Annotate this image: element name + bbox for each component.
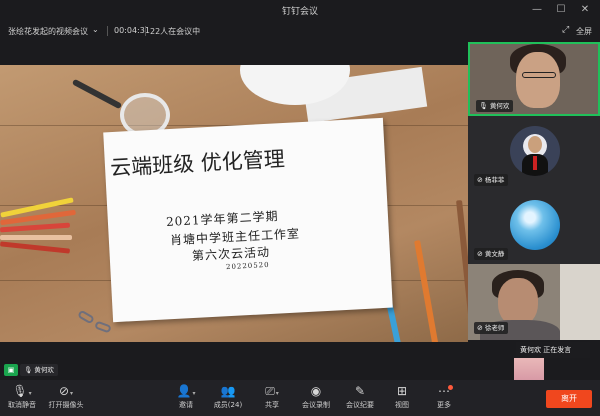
minutes-button[interactable]: ✎ 会议纪要 xyxy=(340,383,380,415)
minutes-icon: ✎ xyxy=(354,384,366,398)
avatar xyxy=(533,156,537,170)
avatar xyxy=(510,200,560,250)
speaking-status: 正在发言 xyxy=(543,346,572,354)
pencil-image xyxy=(0,241,71,254)
mic-muted-icon: ⊘ xyxy=(477,176,483,184)
divider xyxy=(145,26,146,36)
meeting-toolbar: 🎙▾ 取消静音 ⊘▾ 打开摄像头 👤▾ 邀请 👥 成员(24) ⎚▾ 共享 ◉ … xyxy=(0,380,600,416)
fullscreen-icon[interactable]: ⤢ xyxy=(562,25,569,35)
view-label: 视图 xyxy=(395,401,409,409)
view-button[interactable]: ⊞ 视图 xyxy=(382,383,422,415)
invite-button[interactable]: 👤▾ 邀请 xyxy=(166,383,206,415)
record-icon: ◉ xyxy=(310,384,322,398)
record-button[interactable]: ◉ 会议录制 xyxy=(296,383,336,415)
minutes-label: 会议纪要 xyxy=(346,401,374,409)
self-name: 黄何欢 xyxy=(34,366,54,374)
unmute-label: 取消静音 xyxy=(8,401,36,409)
participant-tile[interactable]: 🎙 黄何欢 xyxy=(468,42,600,116)
pencil-image xyxy=(0,222,71,233)
participant-name: 徐老师 xyxy=(484,324,505,332)
paperclip-image xyxy=(77,309,95,325)
pen-brown-image xyxy=(456,200,468,342)
participant-tile[interactable]: ⊘ 徐老师 xyxy=(468,264,600,340)
record-label: 会议录制 xyxy=(302,401,330,409)
chat-icon[interactable]: ▣ xyxy=(4,364,18,376)
participant-name-tag: ⊘ 杨菲菲 xyxy=(474,174,509,186)
participant-name-tag: ⊘ 黄文静 xyxy=(474,248,509,260)
leave-button[interactable]: 离开 xyxy=(546,390,592,408)
avatar xyxy=(510,126,560,176)
participant-video xyxy=(522,72,556,78)
mic-muted-icon: ⊘ xyxy=(477,324,483,332)
chevron-down-icon[interactable]: ⌄ xyxy=(92,25,99,34)
shared-screen: 云端班级 优化管理 2021学年第二学期 肖塘中学班主任工作室 第六次云活动 2… xyxy=(0,65,468,342)
meeting-name[interactable]: 张绘花发起的视频会议 xyxy=(8,26,88,37)
share-button[interactable]: ⎚▾ 共享 xyxy=(252,383,292,415)
participant-video xyxy=(516,52,560,108)
speaker-thumbnail xyxy=(514,358,544,380)
participant-name: 黄文静 xyxy=(484,250,505,258)
members-label: 成员(24) xyxy=(213,401,243,409)
meeting-info-bar: 张绘花发起的视频会议 ⌄ 00:04:31 22人在会议中 ⤢ 全屏 xyxy=(0,20,600,42)
more-button[interactable]: ⋯ 更多 xyxy=(424,383,464,415)
fullscreen-button[interactable]: 全屏 xyxy=(576,26,592,37)
add-person-icon: 👤▾ xyxy=(176,384,196,398)
avatar xyxy=(528,136,542,153)
participant-name: 杨菲菲 xyxy=(484,176,505,184)
paperclip-image xyxy=(94,320,112,334)
self-name-tag: 🎙 黄何欢 xyxy=(20,364,58,376)
self-tag: ▣ 🎙 黄何欢 xyxy=(4,364,58,376)
more-label: 更多 xyxy=(437,401,451,409)
divider xyxy=(107,26,108,36)
speaker-name: 黄何欢 xyxy=(520,346,541,354)
camera-button[interactable]: ⊘▾ 打开摄像头 xyxy=(46,383,86,415)
mic-muted-icon: 🎙▾ xyxy=(12,384,32,398)
mic-muted-icon: ⊘ xyxy=(477,250,483,258)
close-icon[interactable]: ✕ xyxy=(576,2,594,18)
participant-tile[interactable]: ⊘ 黄文静 xyxy=(468,190,600,264)
window-title: 钉钉会议 xyxy=(281,7,318,17)
unmute-button[interactable]: 🎙▾ 取消静音 xyxy=(2,383,42,415)
pencil-image xyxy=(0,235,72,240)
participant-tile[interactable]: ⊘ 杨菲菲 xyxy=(468,116,600,190)
participant-count: 22人在会议中 xyxy=(150,27,201,36)
participant-video xyxy=(560,264,600,340)
title-bar: 钉钉会议 — ☐ ✕ xyxy=(0,0,600,20)
pen-orange-image xyxy=(414,240,447,342)
invite-label: 邀请 xyxy=(179,401,193,409)
members-icon: 👥 xyxy=(220,384,236,398)
notification-badge xyxy=(448,385,453,390)
speaking-indicator: 黄何欢 正在发言 xyxy=(516,342,590,358)
more-icon: ⋯ xyxy=(438,384,450,398)
grid-view-icon: ⊞ xyxy=(396,384,408,398)
share-screen-icon: ⎚▾ xyxy=(265,384,279,398)
mic-icon: 🎙 xyxy=(479,102,488,110)
members-button[interactable]: 👥 成员(24) xyxy=(208,383,248,415)
share-label: 共享 xyxy=(265,401,279,409)
camera-off-icon: ⊘▾ xyxy=(58,384,74,398)
maximize-icon[interactable]: ☐ xyxy=(552,2,570,18)
participant-name: 黄何欢 xyxy=(489,102,510,110)
minimize-icon[interactable]: — xyxy=(528,2,546,18)
participant-name-tag: ⊘ 徐老师 xyxy=(474,322,509,334)
participant-video xyxy=(498,278,538,326)
camera-label: 打开摄像头 xyxy=(48,401,84,409)
participant-name-tag: 🎙 黄何欢 xyxy=(476,100,514,112)
magnifier-handle-image xyxy=(71,78,123,110)
